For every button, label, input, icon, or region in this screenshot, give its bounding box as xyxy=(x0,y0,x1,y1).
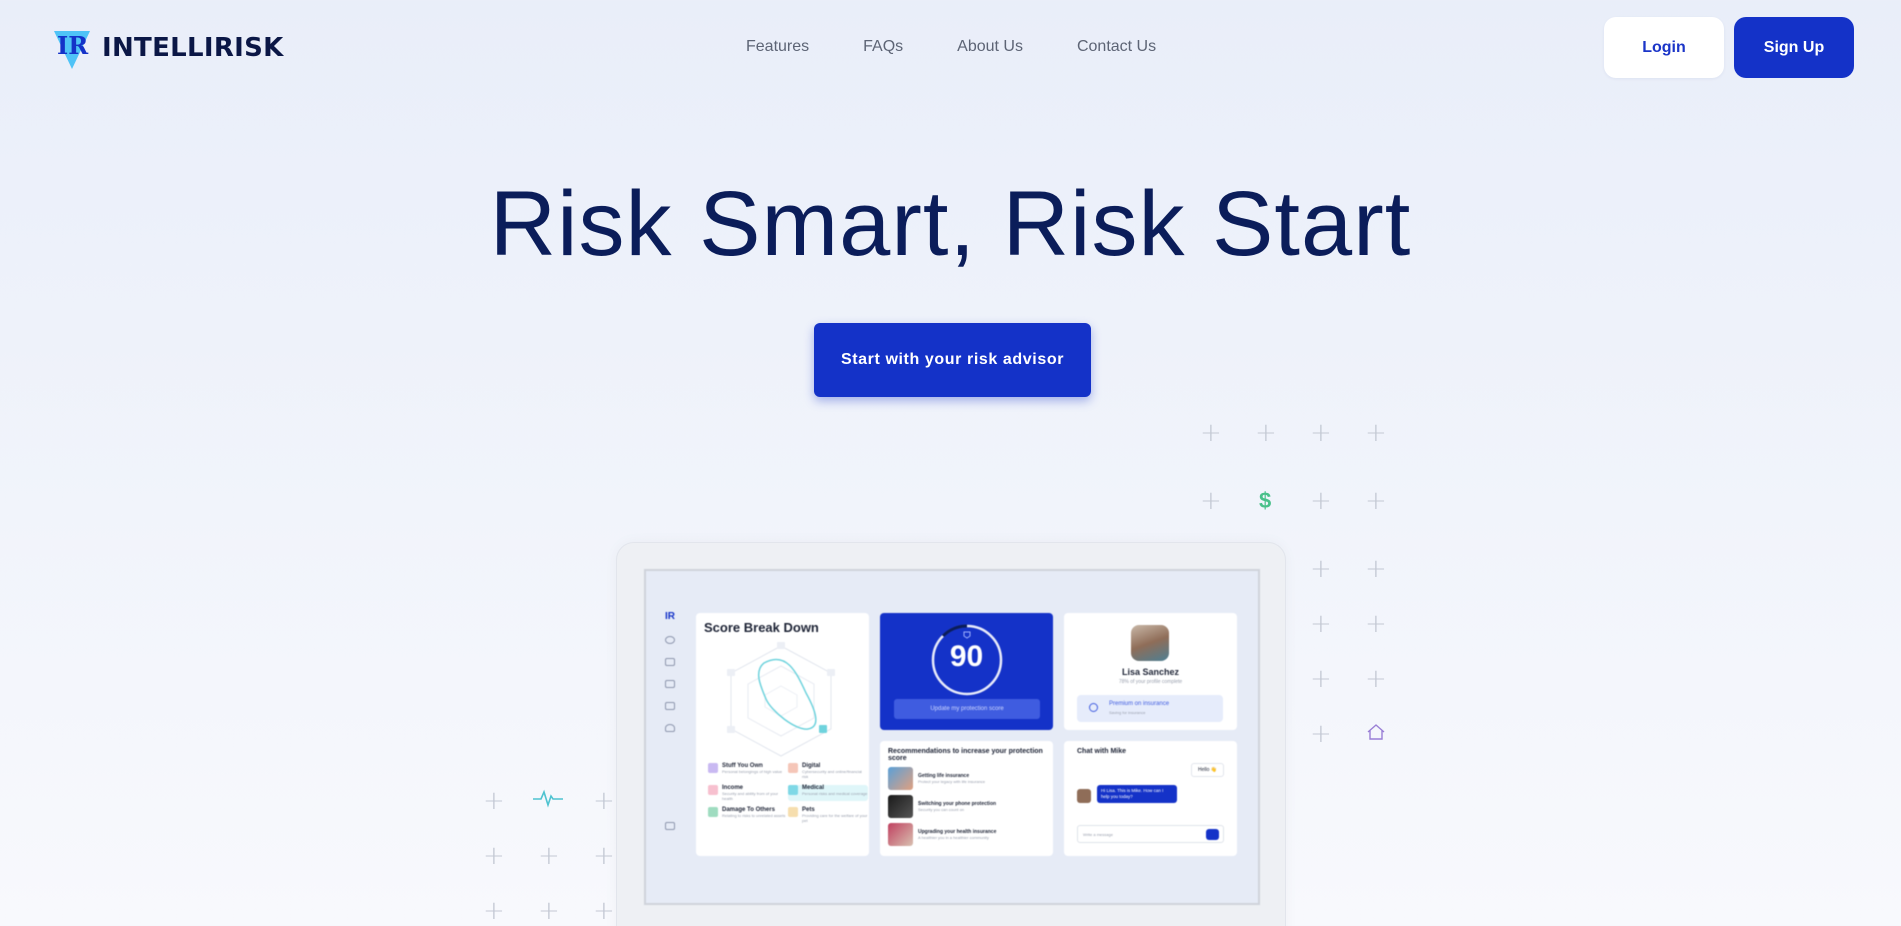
brand-name: INTELLIRISK xyxy=(102,33,284,63)
nav-faqs[interactable]: FAQs xyxy=(863,38,903,56)
profile-completion: 78% of your profile complete xyxy=(1118,679,1183,685)
card-icon xyxy=(665,658,675,666)
list-item[interactable]: Upgrading your health insurance A healthi… xyxy=(888,823,1045,846)
plus-icon: + xyxy=(1200,486,1222,516)
dollar-icon: $ xyxy=(1259,488,1272,513)
plus-icon: + xyxy=(483,896,505,926)
list-item[interactable]: Getting life insurance Protect your legac… xyxy=(888,767,1045,790)
medical-cross-icon xyxy=(788,785,798,795)
plus-icon: + xyxy=(1255,418,1277,448)
plus-icon: + xyxy=(1310,719,1332,749)
premium-title: Premium on insurance xyxy=(1109,701,1170,707)
plus-icon: + xyxy=(1310,609,1332,639)
dollar-icon xyxy=(708,785,718,795)
dashboard-preview-screen: IR Score Break Down Stuff You Own Person… xyxy=(644,569,1260,905)
plus-icon: + xyxy=(593,786,615,816)
preview-logo-icon: IR xyxy=(665,611,675,622)
plus-icon: + xyxy=(1310,554,1332,584)
recommendation-thumbnail xyxy=(888,823,913,846)
chat-message-input[interactable]: Write a message xyxy=(1077,825,1224,843)
plus-icon: + xyxy=(1310,418,1332,448)
plus-icon: + xyxy=(483,786,505,816)
avatar xyxy=(1077,789,1091,803)
protection-score-card: 90 Update my protection score xyxy=(880,613,1053,730)
dashboard-preview-device: IR Score Break Down Stuff You Own Person… xyxy=(616,542,1286,926)
plus-icon: + xyxy=(538,896,560,926)
plus-icon: + xyxy=(483,841,505,871)
score-breakdown-title: Score Break Down xyxy=(704,620,819,635)
intellirisk-logo-icon: IR xyxy=(52,27,92,69)
plus-icon: + xyxy=(538,841,560,871)
plus-icon: + xyxy=(1200,418,1222,448)
update-protection-score-button[interactable]: Update my protection score xyxy=(894,699,1040,719)
box-icon xyxy=(708,763,718,773)
send-icon[interactable] xyxy=(1206,829,1219,840)
logo-letters: IR xyxy=(57,31,89,60)
plus-icon: + xyxy=(1365,664,1387,694)
chat-greeting: Hello 👋 xyxy=(1190,763,1224,777)
recommendation-thumbnail xyxy=(888,795,913,818)
legend-digital: Digital Cybersecurity and online/financia… xyxy=(788,763,868,779)
wifi-icon xyxy=(788,763,798,773)
recommendation-thumbnail xyxy=(888,767,913,790)
nav-about-us[interactable]: About Us xyxy=(957,38,1023,56)
user-icon xyxy=(665,724,675,732)
users-icon xyxy=(665,680,675,688)
chat-card: Chat with Mike Hello 👋 Hi Lisa. This is … xyxy=(1064,741,1237,856)
list-item[interactable]: Switching your phone protection Security … xyxy=(888,795,1045,818)
plus-icon: + xyxy=(1365,418,1387,448)
main-nav: Features FAQs About Us Contact Us xyxy=(746,38,1156,56)
plus-icon: + xyxy=(1310,486,1332,516)
heartbeat-icon xyxy=(532,788,564,813)
document-icon xyxy=(665,702,675,710)
recommendations-card: Recommendations to increase your protect… xyxy=(880,741,1053,856)
profile-card: Lisa Sanchez 78% of your profile complet… xyxy=(1064,613,1237,730)
paw-icon xyxy=(788,807,798,817)
eye-icon xyxy=(665,636,675,644)
legend-income: Income Security and ability from of your … xyxy=(708,785,788,801)
plus-icon: + xyxy=(1365,554,1387,584)
premium-subtitle: Saving for insurance xyxy=(1109,710,1146,715)
protection-score-value: 90 xyxy=(949,640,984,673)
legend-medical: Medical Personal risks and medical covera… xyxy=(788,785,868,801)
radar-chart xyxy=(727,642,835,757)
risk-advisor-cta-button[interactable]: Start with your risk advisor xyxy=(814,323,1091,397)
signup-button[interactable]: Sign Up xyxy=(1734,17,1854,78)
legend-damage-to-others: Damage To Others Relating to risks to unr… xyxy=(708,807,788,823)
wifi-icon xyxy=(1089,703,1098,712)
plus-icon: + xyxy=(1365,609,1387,639)
premium-insurance-item[interactable]: Premium on insurance Saving for insuranc… xyxy=(1077,695,1223,722)
chat-message: Hi Lisa. This is Mike. How can I help yo… xyxy=(1097,785,1177,803)
nav-contact-us[interactable]: Contact Us xyxy=(1077,38,1156,56)
login-button[interactable]: Login xyxy=(1604,17,1724,78)
recommendations-title: Recommendations to increase your protect… xyxy=(888,748,1043,762)
plus-icon: + xyxy=(593,896,615,926)
plus-icon: + xyxy=(593,841,615,871)
preview-sidebar: IR xyxy=(660,611,680,830)
plus-icon: + xyxy=(1310,664,1332,694)
score-breakdown-card: Score Break Down Stuff You Own Personal b… xyxy=(696,613,869,856)
nav-features[interactable]: Features xyxy=(746,38,809,56)
house-icon xyxy=(1366,723,1386,746)
score-legend: Stuff You Own Personal belongings of high… xyxy=(708,763,868,823)
avatar xyxy=(1131,625,1169,661)
hero-title: Risk Smart, Risk Start xyxy=(489,173,1412,275)
shield-icon xyxy=(708,807,718,817)
logout-icon xyxy=(665,822,675,830)
legend-pets: Pets Providing care for the welfare of yo… xyxy=(788,807,868,823)
plus-icon: + xyxy=(1365,486,1387,516)
legend-stuff-you-own: Stuff You Own Personal belongings of high… xyxy=(708,763,788,779)
profile-name: Lisa Sanchez xyxy=(1121,667,1180,677)
brand-logo[interactable]: IR INTELLIRISK xyxy=(52,27,284,69)
chat-title: Chat with Mike xyxy=(1077,748,1127,755)
shield-icon xyxy=(963,631,971,639)
